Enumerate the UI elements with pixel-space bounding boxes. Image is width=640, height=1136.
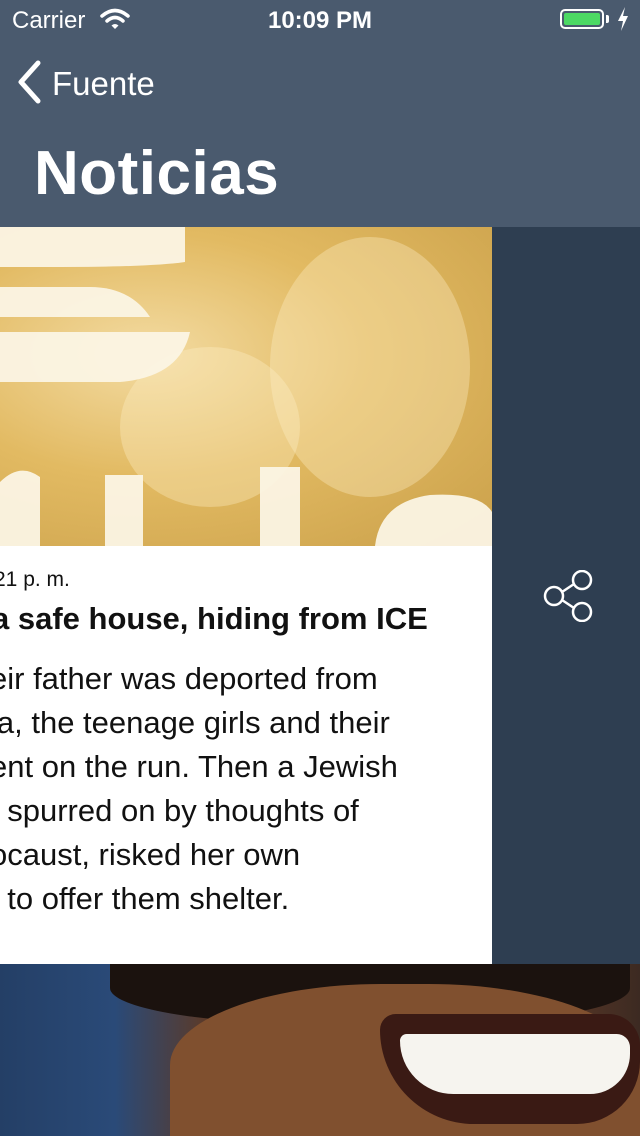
battery-icon [560, 9, 604, 29]
navigation-header: Carrier 10:09 PM Fuente Noticias [0, 0, 640, 227]
bolt-icon [616, 6, 630, 39]
share-icon [542, 569, 594, 626]
article-image[interactable] [0, 227, 492, 546]
photo-shape [400, 1034, 630, 1094]
chevron-left-icon [16, 60, 42, 109]
swipe-action-panel [492, 227, 640, 964]
article-headline[interactable]: a safe house, hiding from ICE [0, 601, 428, 637]
summary-line: ocaust, risked her own [0, 837, 301, 872]
image-letterforms [0, 227, 492, 546]
summary-line: ent on the run. Then a Jewish [0, 749, 398, 784]
share-button[interactable] [542, 569, 594, 623]
back-button-label: Fuente [52, 65, 155, 102]
summary-line: t to offer them shelter. [0, 881, 290, 916]
status-bar: Carrier 10:09 PM [0, 0, 640, 40]
back-button[interactable]: Fuente [16, 60, 155, 109]
article-card[interactable]: 21 p. m. a safe house, hiding from ICE e… [0, 546, 492, 964]
summary-line: ia, the teenage girls and their [0, 705, 390, 740]
summary-line: eir father was deported from [0, 661, 378, 696]
battery-tip [606, 15, 609, 23]
article-date: 21 p. m. [0, 568, 70, 591]
summary-line: . spurred on by thoughts of [0, 793, 359, 828]
clock: 10:09 PM [267, 7, 373, 34]
next-article-image[interactable] [0, 964, 640, 1136]
page-title: Noticias [34, 139, 280, 208]
article-summary: eir father was deported from ia, the tee… [0, 657, 492, 921]
